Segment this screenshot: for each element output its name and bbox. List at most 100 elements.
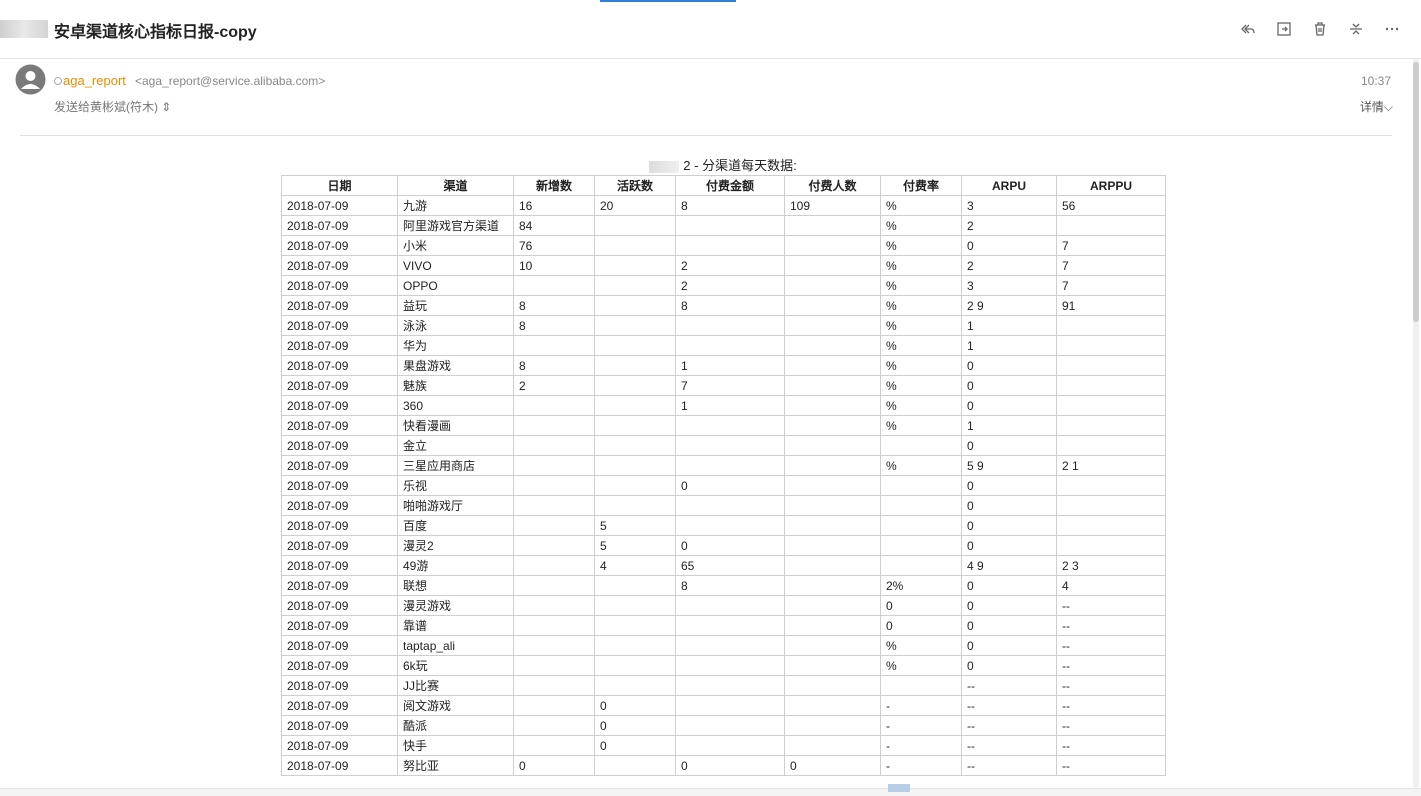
table-cell [675,415,785,436]
table-row: 2018-07-09 JJ比赛 -- -- [281,675,1166,696]
table-row: 2018-07-09 VIVO 10 2% 2 7 [281,255,1166,276]
more-icon [1385,27,1399,31]
forward-icon [1277,22,1291,36]
table-cell [594,275,676,296]
table-cell [513,535,595,556]
table-cell: 2018-07-09 [281,635,398,656]
table-cell [513,715,595,736]
table-cell: 2018-07-09 [281,675,398,696]
table-cell: 4 [594,555,676,576]
table-cell: 2018-07-09 [281,355,398,376]
table-cell [784,695,881,716]
delete-button[interactable] [1309,18,1331,40]
presence-indicator [54,77,62,85]
table-cell: 2018-07-09 [281,595,398,616]
table-cell: 乐视 [397,475,514,496]
avatar-icon[interactable] [15,64,46,95]
table-cell [880,515,962,536]
forward-button[interactable] [1273,18,1295,40]
col-header: 付费人数 [784,175,881,196]
table-cell [594,395,676,416]
table-cell [594,655,676,676]
table-cell: 5 [594,515,676,536]
table-cell: -- [1056,715,1166,736]
table-cell: % [880,355,962,376]
table-cell [880,555,962,576]
table-cell: -- [1056,635,1166,656]
table-cell: 快看漫画 [397,415,514,436]
table-cell [594,575,676,596]
sender-name-link[interactable]: aga_report [63,73,126,88]
col-header: 付费金额 [675,175,785,196]
table-cell: 啪啪游戏厅 [397,495,514,516]
table-cell: 7 [1056,235,1166,256]
trash-icon [1315,22,1325,36]
table-cell: -- [961,755,1057,776]
table-cell: % [880,235,962,256]
table-cell: 1 [961,335,1057,356]
table-cell [675,515,785,536]
table-row: 2018-07-09 酷派 0- -- -- [281,715,1166,736]
table-cell: 2018-07-09 [281,215,398,236]
table-cell [513,595,595,616]
table-cell [1056,515,1166,536]
table-cell: 2018-07-09 [281,535,398,556]
table-cell: 5 [594,535,676,556]
table-cell [784,615,881,636]
table-cell [513,735,595,756]
table-cell: 0 [961,575,1057,596]
table-cell: 0 [961,235,1057,256]
table-cell [594,355,676,376]
recipients-toggle[interactable]: 发送给黄彬斌(符木) ⇕ [54,98,171,115]
table-cell: 1 [961,415,1057,436]
table-cell [675,655,785,676]
table-cell [784,235,881,256]
table-cell: -- [1056,735,1166,756]
table-row: 2018-07-09 漫灵2 5 0 0 [281,535,1166,556]
col-header: 日期 [281,175,398,196]
table-row: 2018-07-09 49游 4 65 4 92 3 [281,555,1166,576]
table-cell [784,515,881,536]
table-cell: 91 [1056,295,1166,316]
table-row: 2018-07-09 OPPO 2% 3 7 [281,275,1166,296]
collapse-icon [1350,23,1362,35]
col-header: ARPU [961,175,1057,196]
table-cell [675,695,785,716]
table-cell: 2018-07-09 [281,475,398,496]
table-cell [675,595,785,616]
table-cell: % [880,195,962,216]
table-cell: 三星应用商店 [397,455,514,476]
table-cell: -- [1056,615,1166,636]
table-cell: 阅文游戏 [397,695,514,716]
table-cell: 1 [675,355,785,376]
more-button[interactable] [1381,18,1403,40]
bottom-marker [888,784,910,792]
table-cell: 16 [513,195,595,216]
table-cell: 10 [513,255,595,276]
reply-all-button[interactable] [1237,18,1259,40]
details-toggle[interactable]: 详情⌵ [1360,98,1393,115]
redacted-title-prefix [649,160,680,173]
table-cell: 2018-07-09 [281,295,398,316]
collapse-button[interactable] [1345,18,1367,40]
table-cell [784,415,881,436]
table-row: 2018-07-09 6k玩% 0 -- [281,655,1166,676]
scrollbar-thumb[interactable] [1413,62,1419,322]
table-row: 2018-07-09 阅文游戏 0- -- -- [281,695,1166,716]
table-cell [594,635,676,656]
table-row: 2018-07-09 漫灵游戏 0 0 -- [281,595,1166,616]
table-cell: 0 [961,515,1057,536]
table-cell: -- [1056,695,1166,716]
table-cell [594,215,676,236]
table-cell: 2 [675,275,785,296]
table-cell: 0 [961,355,1057,376]
table-row: 2018-07-09 百度 5 0 [281,515,1166,536]
table-cell: 2018-07-09 [281,455,398,476]
table-cell [594,595,676,616]
table-cell: % [880,315,962,336]
table-cell [880,675,962,696]
reply-all-icon [1241,24,1255,34]
table-cell [513,475,595,496]
table-cell: 2018-07-09 [281,415,398,436]
table-cell: % [880,335,962,356]
